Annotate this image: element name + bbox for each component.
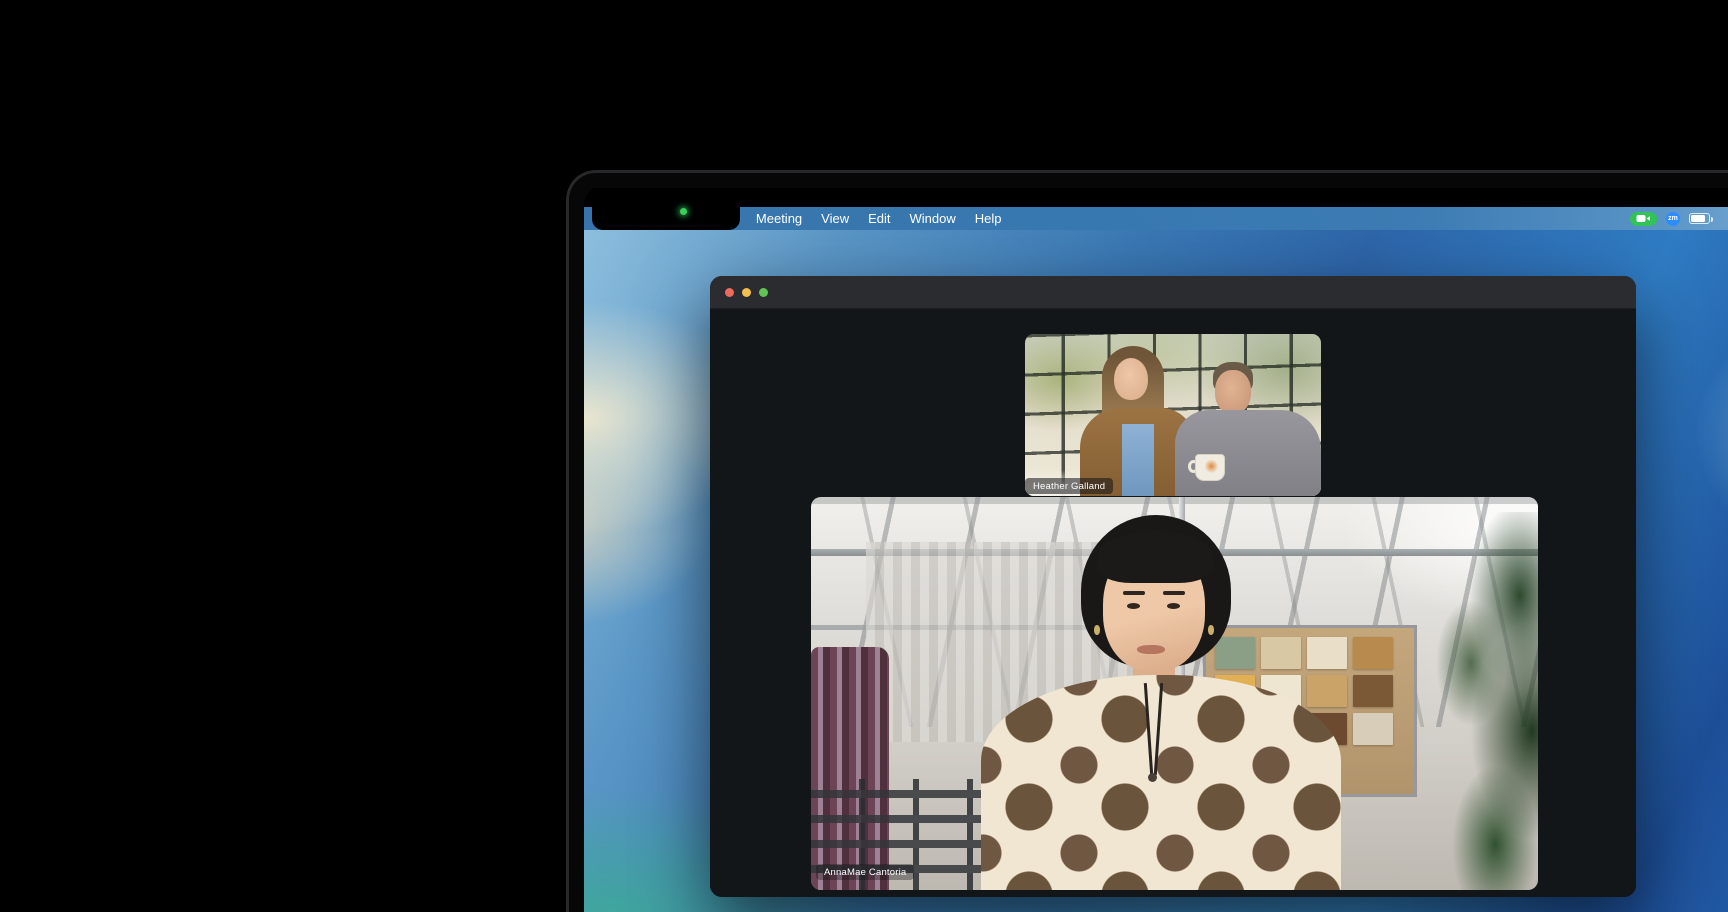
- annamae-figure-earring: [1094, 625, 1100, 635]
- video-camera-icon: [1636, 214, 1651, 223]
- menu-bar-status-area: zm: [1630, 207, 1710, 230]
- heather-figure-face: [1114, 358, 1148, 400]
- companion-figure-shirt: [1175, 410, 1321, 496]
- camera-active-indicator[interactable]: [1630, 212, 1657, 226]
- menu-bar: Zoom Workplace Meeting View Edit Window …: [584, 207, 1728, 230]
- heather-figure-shirt: [1122, 424, 1154, 496]
- menu-item-edit[interactable]: Edit: [868, 211, 890, 226]
- video-tile-heather[interactable]: Heather Galland: [1025, 334, 1321, 496]
- participant-name-label: AnnaMae Cantoria: [816, 864, 914, 880]
- zoom-app-badge[interactable]: zm: [1666, 212, 1680, 226]
- battery-nub: [1711, 217, 1714, 222]
- zoom-meeting-window: Heather Galland: [710, 276, 1636, 897]
- annamae-figure-brow: [1123, 591, 1145, 595]
- macbook-screen: Zoom Workplace Meeting View Edit Window …: [584, 188, 1728, 912]
- close-button[interactable]: [725, 288, 734, 297]
- annamae-figure-eye: [1167, 603, 1180, 609]
- annamae-figure-brow: [1163, 591, 1185, 595]
- companion-figure-face: [1215, 370, 1251, 414]
- menu-item-meeting[interactable]: Meeting: [756, 211, 802, 226]
- moodboard-swatch: [1307, 637, 1347, 669]
- menu-item-help[interactable]: Help: [975, 211, 1002, 226]
- battery-fill-level: [1691, 215, 1705, 222]
- annamae-figure-pendant: [1148, 773, 1157, 782]
- macbook-notch: [592, 188, 740, 230]
- video-tile-annamae[interactable]: AnnaMae Cantoria: [811, 497, 1538, 890]
- moodboard-swatch: [1353, 713, 1393, 745]
- participant-name-label: Heather Galland: [1025, 478, 1113, 494]
- annamae-figure-lips: [1137, 645, 1165, 654]
- battery-icon[interactable]: [1689, 213, 1710, 224]
- menu-item-view[interactable]: View: [821, 211, 849, 226]
- moodboard-swatch: [1261, 637, 1301, 669]
- video-gallery: Heather Galland: [710, 309, 1636, 897]
- camera-led-icon: [680, 208, 687, 215]
- moodboard-swatch: [1353, 637, 1393, 669]
- moodboard-swatch: [1307, 675, 1347, 707]
- window-titlebar[interactable]: [710, 276, 1636, 309]
- menu-item-window[interactable]: Window: [910, 211, 956, 226]
- annamae-figure-bangs: [1097, 531, 1213, 583]
- annamae-scene-plant: [1416, 512, 1538, 890]
- annamae-figure-eye: [1127, 603, 1140, 609]
- mug: [1195, 454, 1225, 481]
- marketing-canvas: Zoom Workplace Meeting View Edit Window …: [0, 0, 1728, 912]
- annamae-figure-earring: [1208, 625, 1214, 635]
- window-controls: [725, 288, 768, 297]
- moodboard-swatch: [1215, 637, 1255, 669]
- moodboard-swatch: [1353, 675, 1393, 707]
- fullscreen-button[interactable]: [759, 288, 768, 297]
- minimize-button[interactable]: [742, 288, 751, 297]
